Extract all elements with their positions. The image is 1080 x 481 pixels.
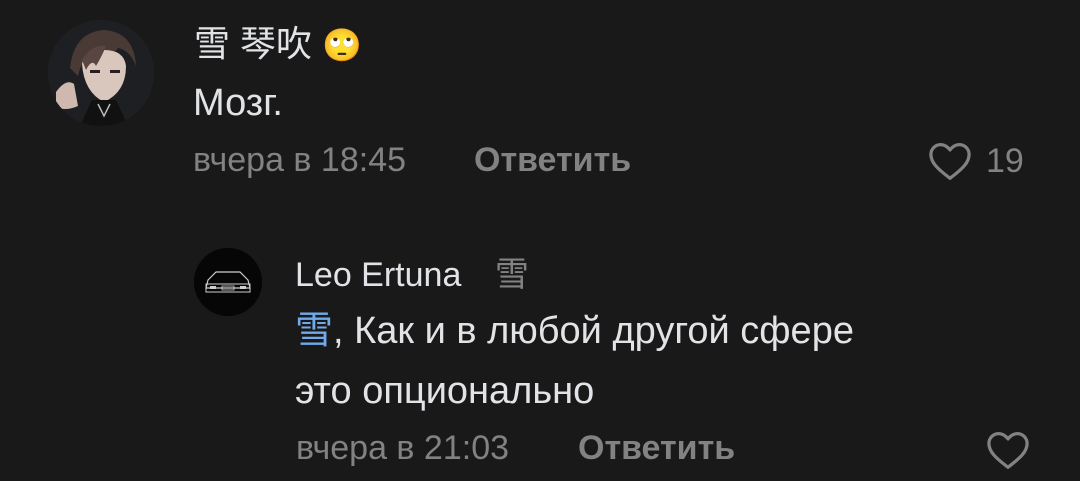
- heart-icon: [929, 143, 971, 180]
- reply-to-name: 雪: [494, 256, 529, 294]
- comment: 雪 琴吹 🙄 Мозг. вчера в 18:45 Ответить 19: [0, 0, 1080, 200]
- author-name: Leo Ertuna: [295, 256, 462, 294]
- mention-link[interactable]: 雪: [295, 310, 333, 352]
- reply-comment: Leo Ertuna 雪 雪, Как и в любой другой сфе…: [0, 230, 1080, 481]
- car-avatar-icon: [194, 248, 262, 316]
- comment-author[interactable]: Leo Ertuna 雪: [295, 252, 529, 298]
- comment-author[interactable]: 雪 琴吹 🙄: [194, 20, 362, 69]
- heart-icon: [987, 432, 1029, 469]
- avatar[interactable]: [194, 248, 262, 316]
- rolling-eyes-emoji-icon: 🙄: [322, 27, 362, 63]
- avatar[interactable]: [48, 20, 154, 126]
- comment-timestamp: вчера в 21:03: [296, 429, 510, 467]
- like-button[interactable]: 19: [928, 139, 1024, 183]
- like-count: 19: [986, 142, 1024, 180]
- anime-avatar-icon: [48, 20, 154, 126]
- author-name: 雪 琴吹: [194, 23, 313, 64]
- reply-button[interactable]: Ответить: [474, 138, 631, 182]
- comment-text: 雪, Как и в любой другой сфере: [295, 306, 854, 356]
- comment-text: Мозг.: [193, 82, 283, 124]
- comment-text-line1: , Как и в любой другой сфере: [333, 310, 854, 352]
- reply-button[interactable]: Ответить: [578, 426, 735, 470]
- comment-text-line2: это опционально: [295, 370, 595, 412]
- like-button[interactable]: [986, 428, 1030, 472]
- comment-timestamp: вчера в 18:45: [193, 141, 407, 179]
